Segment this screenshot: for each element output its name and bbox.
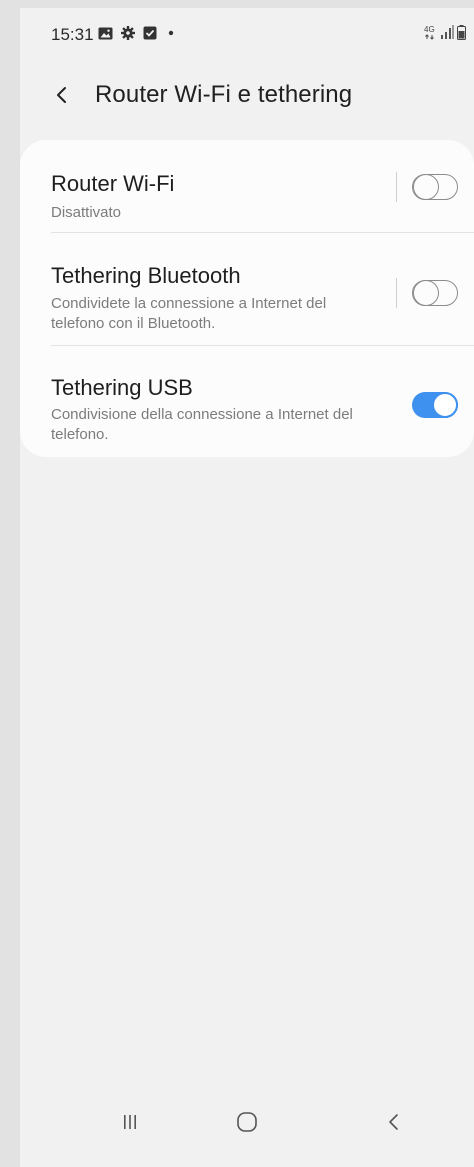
gallery-icon bbox=[98, 27, 113, 40]
row-separator bbox=[396, 172, 397, 202]
navigation-bar bbox=[20, 1097, 474, 1147]
status-notification-icons bbox=[98, 26, 177, 40]
tethering-usb-title: Tethering USB bbox=[51, 375, 193, 400]
row-separator bbox=[396, 278, 397, 308]
status-time: 15:31 bbox=[51, 25, 94, 44]
phone-screen: 15:31 4G Router Wi-Fi e tethering Router… bbox=[20, 8, 474, 1167]
nav-back-button[interactable] bbox=[374, 1105, 414, 1139]
battery-icon bbox=[457, 24, 466, 40]
home-button[interactable] bbox=[227, 1105, 267, 1139]
router-wifi-toggle[interactable] bbox=[412, 173, 458, 200]
status-bar: 15:31 4G bbox=[20, 8, 474, 58]
toggle-knob bbox=[432, 392, 458, 418]
tethering-bluetooth-title: Tethering Bluetooth bbox=[51, 263, 241, 288]
router-wifi-status: Disattivato bbox=[51, 204, 122, 221]
toggle-knob bbox=[413, 173, 439, 200]
tethering-usb-description: Condivisione della connessione a Interne… bbox=[51, 406, 353, 443]
network-type-label: 4G bbox=[424, 25, 435, 34]
dot-icon bbox=[165, 27, 177, 39]
status-system-icons: 4G bbox=[424, 24, 466, 40]
toggle-knob bbox=[413, 279, 439, 306]
tethering-bluetooth-toggle[interactable] bbox=[412, 279, 458, 306]
signal-icon bbox=[441, 25, 454, 39]
router-wifi-title: Router Wi-Fi bbox=[51, 171, 175, 196]
settings-gear-icon bbox=[121, 26, 135, 40]
4g-icon: 4G bbox=[424, 24, 438, 40]
chevron-left-icon bbox=[50, 80, 76, 110]
router-wifi-row[interactable]: Router Wi-Fi Disattivato bbox=[20, 140, 474, 232]
back-button[interactable] bbox=[50, 80, 76, 110]
back-icon bbox=[385, 1112, 403, 1132]
tethering-bluetooth-row[interactable]: Tethering Bluetooth Condividete la conne… bbox=[20, 233, 474, 345]
recents-icon bbox=[121, 1113, 139, 1131]
page-title: Router Wi-Fi e tethering bbox=[95, 81, 353, 108]
tethering-usb-toggle[interactable] bbox=[412, 392, 458, 418]
tethering-usb-row[interactable]: Tethering USB Condivisione della conness… bbox=[20, 346, 474, 457]
app-header: Router Wi-Fi e tethering bbox=[20, 68, 474, 124]
tethering-bluetooth-description: Condividete la connessione a Internet de… bbox=[51, 295, 327, 332]
recents-button[interactable] bbox=[110, 1105, 150, 1139]
checkbox-message-icon bbox=[143, 26, 157, 40]
home-icon bbox=[236, 1111, 258, 1133]
settings-card: Router Wi-Fi Disattivato Tethering Bluet… bbox=[20, 140, 474, 457]
